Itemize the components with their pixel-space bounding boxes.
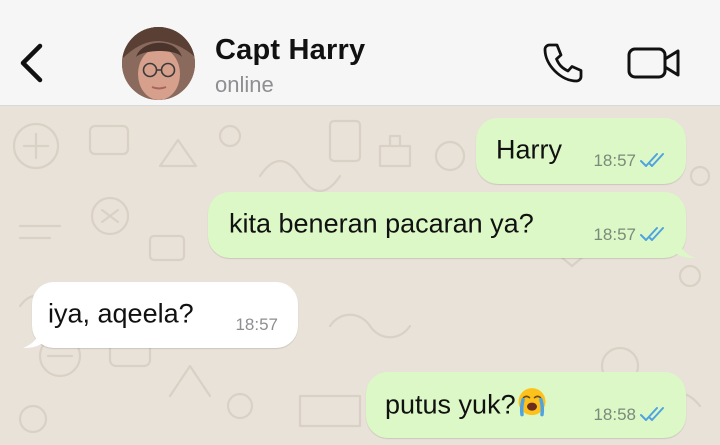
contact-name[interactable]: Capt Harry xyxy=(215,34,365,67)
back-button[interactable] xyxy=(14,40,50,86)
phone-icon xyxy=(543,43,583,83)
message-time: 18:57 xyxy=(593,151,636,170)
loudly-crying-face-icon xyxy=(518,388,546,417)
bubble-tail xyxy=(677,236,695,258)
message-text: iya, aqeela? xyxy=(48,298,194,329)
message-text-content: putus yuk? xyxy=(385,389,516,420)
avatar[interactable] xyxy=(122,27,195,100)
message-bubble-outgoing[interactable]: Harry 18:57 xyxy=(476,118,686,184)
video-camera-icon xyxy=(627,47,680,79)
message-text: kita beneran pacaran ya? xyxy=(229,208,534,239)
chat-area[interactable]: Harry 18:57 kita beneran pacaran ya? 18:… xyxy=(0,106,720,445)
read-receipt-icon xyxy=(640,227,664,241)
message-time: 18:57 xyxy=(593,225,636,244)
read-receipt-icon xyxy=(640,407,664,421)
contact-status: online xyxy=(215,72,274,97)
message-bubble-incoming[interactable]: iya, aqeela? 18:57 xyxy=(23,282,298,348)
video-call-button[interactable] xyxy=(626,44,682,82)
chat-header: Capt Harry online xyxy=(0,0,720,106)
message-bubble-outgoing[interactable]: putus yuk? 18:58 xyxy=(366,372,686,438)
message-bubble-outgoing[interactable]: kita beneran pacaran ya? 18:57 xyxy=(208,192,695,258)
chevron-left-icon xyxy=(20,43,43,83)
voice-call-button[interactable] xyxy=(540,40,586,86)
message-time: 18:57 xyxy=(235,315,278,334)
message-text: putus yuk? xyxy=(385,387,547,421)
bubble-tail xyxy=(23,326,41,348)
message-text: Harry xyxy=(496,134,562,165)
read-receipt-icon xyxy=(640,153,664,167)
message-time: 18:58 xyxy=(593,405,636,424)
